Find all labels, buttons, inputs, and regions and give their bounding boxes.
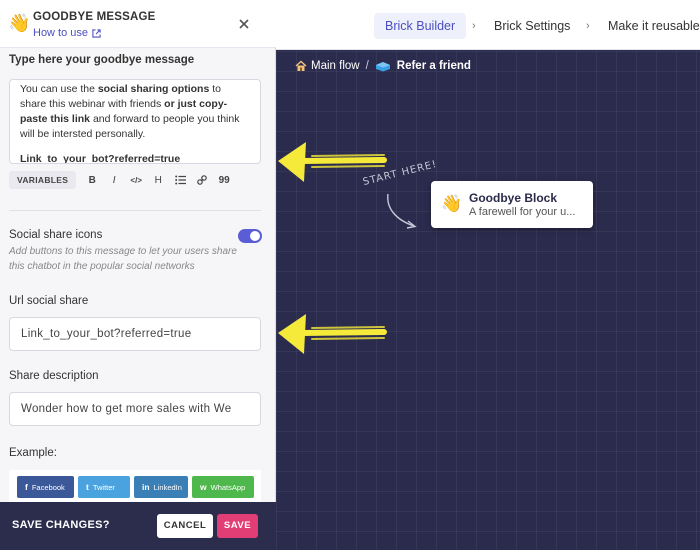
flow-breadcrumb: Main flow / Refer a friend: [295, 58, 471, 74]
panel-header: 👋 GOODBYE MESSAGE How to use: [0, 0, 276, 48]
linkedin-share-button: in LinkedIn: [134, 476, 188, 498]
step-brick-builder[interactable]: Brick Builder: [374, 13, 467, 39]
whatsapp-icon: w: [200, 482, 207, 492]
editor-toolbar: VARIABLES B I </> H 99: [9, 170, 234, 190]
url-social-share-input[interactable]: Link_to_your_bot?referred=true: [9, 317, 261, 351]
social-share-toggle[interactable]: [238, 229, 262, 243]
heading-button[interactable]: H: [148, 175, 168, 186]
save-changes-bar: SAVE CHANGES? CANCEL SAVE: [0, 502, 276, 550]
list-icon[interactable]: [170, 175, 190, 185]
message-link: Link_to_your_bot?referred=true: [20, 153, 181, 164]
message-bold-text: social sharing options: [97, 83, 210, 95]
whatsapp-share-button: w WhatsApp: [192, 476, 254, 498]
share-buttons-preview: f Facebook t Twitter in LinkedIn w WhatsApp: [9, 470, 261, 504]
waving-hand-icon: 👋: [441, 194, 463, 213]
twitter-share-button: t Twitter: [78, 476, 130, 498]
social-share-label: Social share icons: [9, 229, 103, 241]
link-icon[interactable]: [192, 175, 212, 185]
close-icon[interactable]: [236, 16, 252, 32]
curved-arrow-icon: [387, 193, 417, 229]
code-button[interactable]: </>: [126, 176, 146, 185]
save-changes-title: SAVE CHANGES?: [12, 519, 110, 531]
annotation-arrow-icon: [278, 314, 387, 354]
node-subtitle: A farewell for your u...: [469, 206, 576, 218]
chevron-right-icon: ›: [586, 20, 590, 32]
goodbye-message-panel: 👋 GOODBYE MESSAGE How to use Type here y…: [0, 0, 276, 550]
message-paragraph: You can use the social sharing options t…: [20, 82, 250, 142]
breadcrumb-separator: /: [365, 60, 369, 72]
facebook-label: Facebook: [31, 482, 65, 492]
brick-icon: [375, 61, 390, 71]
share-description-label: Share description: [9, 370, 99, 382]
external-link-icon: [92, 28, 101, 38]
node-title: Goodbye Block: [469, 191, 558, 205]
message-label: Type here your goodbye message: [9, 54, 195, 66]
goodbye-block-node[interactable]: 👋 Goodbye Block A farewell for your u...: [431, 181, 593, 228]
breadcrumb-current: Refer a friend: [396, 60, 471, 72]
bold-button[interactable]: B: [82, 175, 102, 186]
cancel-button[interactable]: CANCEL: [157, 514, 213, 538]
share-description-input[interactable]: Wonder how to get more sales with We: [9, 392, 261, 426]
twitter-icon: t: [86, 482, 89, 492]
linkedin-label: LinkedIn: [153, 482, 182, 492]
panel-title: GOODBYE MESSAGE: [33, 11, 156, 23]
facebook-share-button: f Facebook: [17, 476, 74, 498]
home-icon: [295, 60, 307, 71]
waving-hand-icon: 👋: [8, 13, 31, 33]
italic-button[interactable]: I: [104, 175, 124, 186]
variables-button[interactable]: VARIABLES: [9, 171, 77, 189]
step-make-reusable[interactable]: Make it reusable: [608, 13, 700, 39]
top-bar: Brick Builder › Brick Settings › Make it…: [276, 0, 700, 50]
toggle-knob: [250, 231, 260, 241]
annotation-arrow-icon: [278, 142, 387, 182]
social-share-hint: Add buttons to this message to let your …: [9, 246, 237, 272]
twitter-label: Twitter: [92, 482, 115, 492]
how-to-use-link[interactable]: How to use: [33, 27, 101, 39]
flow-canvas[interactable]: [276, 51, 700, 550]
message-text: You can use the: [20, 83, 98, 95]
goodbye-message-editor[interactable]: You can use the social sharing options t…: [9, 79, 261, 164]
facebook-icon: f: [25, 482, 28, 492]
divider: [9, 210, 261, 211]
breadcrumb-main-flow[interactable]: Main flow: [311, 60, 360, 72]
example-label: Example:: [9, 447, 57, 459]
quote-button[interactable]: 99: [214, 175, 234, 186]
chevron-right-icon: ›: [472, 20, 476, 32]
save-button[interactable]: SAVE: [217, 514, 258, 538]
url-social-share-label: Url social share: [9, 295, 89, 307]
how-to-use-label: How to use: [33, 27, 89, 39]
whatsapp-label: WhatsApp: [210, 482, 246, 492]
step-brick-settings[interactable]: Brick Settings: [494, 13, 570, 39]
linkedin-icon: in: [142, 482, 150, 492]
